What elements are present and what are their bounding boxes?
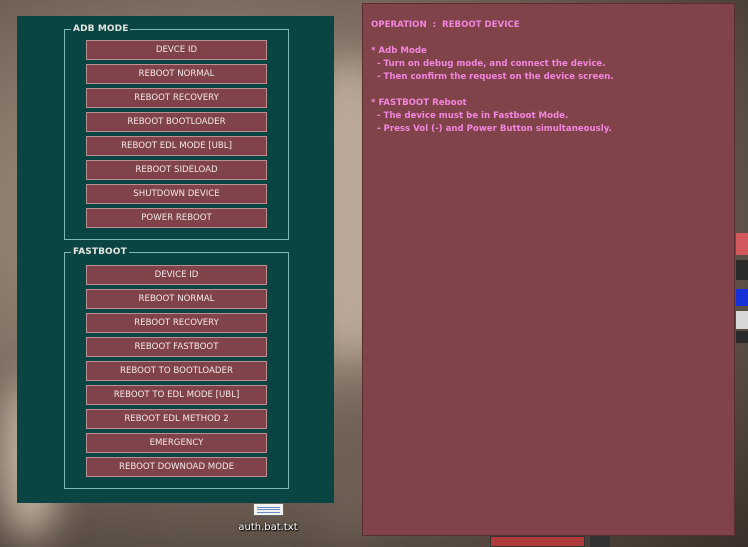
operations-panel: ADB MODE DEVCE ID REBOOT NORMAL REBOOT R… [17, 16, 334, 503]
operation-info-panel: OPERATION : REBOOT DEVICE * Adb Mode - T… [362, 3, 735, 536]
desktop-file-label: auth.bat.txt [238, 522, 298, 533]
background-window-fragment [590, 536, 610, 547]
background-window-fragment [736, 311, 748, 329]
background-window-fragment [736, 331, 748, 343]
info-adb-step-1: - Turn on debug mode, and connect the de… [371, 59, 606, 69]
background-window-fragment [736, 260, 748, 280]
background-window-fragment [736, 289, 748, 306]
fastboot-emergency-button[interactable]: EMERGENCY [86, 433, 267, 453]
fastboot-reboot-recovery-button[interactable]: REBOOT RECOVERY [86, 313, 267, 333]
fastboot-reboot-bootloader-button[interactable]: REBOOT TO BOOTLOADER [86, 361, 267, 381]
fastboot-device-id-button[interactable]: DEVICE ID [86, 265, 267, 285]
fastboot-reboot-fastboot-button[interactable]: REBOOT FASTBOOT [86, 337, 267, 357]
fastboot-reboot-download-button[interactable]: REBOOT DOWNOAD MODE [86, 457, 267, 477]
desktop-file-auth-bat[interactable]: auth.bat.txt [232, 503, 304, 543]
info-fastboot-step-2: - Press Vol (-) and Power Button simulta… [371, 124, 612, 134]
fastboot-reboot-edl-method2-button[interactable]: REBOOT EDL METHOD 2 [86, 409, 267, 429]
fastboot-reboot-edl-button[interactable]: REBOOT TO EDL MODE [UBL] [86, 385, 267, 405]
adb-shutdown-button[interactable]: SHUTDOWN DEVICE [86, 184, 267, 204]
adb-power-reboot-button[interactable]: POWER REBOOT [86, 208, 267, 228]
info-adb-step-2: - Then confirm the request on the device… [371, 72, 614, 82]
adb-reboot-normal-button[interactable]: REBOOT NORMAL [86, 64, 267, 84]
info-operation-title: OPERATION : REBOOT DEVICE [371, 20, 520, 30]
fastboot-reboot-normal-button[interactable]: REBOOT NORMAL [86, 289, 267, 309]
fastboot-group-title: FASTBOOT [73, 247, 127, 257]
adb-mode-group-title: ADB MODE [73, 24, 129, 34]
background-window-fragment [490, 536, 585, 547]
background-window-fragment [736, 233, 748, 255]
info-fastboot-heading: * FASTBOOT Reboot [371, 98, 467, 108]
adb-reboot-edl-button[interactable]: REBOOT EDL MODE [UBL] [86, 136, 267, 156]
adb-reboot-sideload-button[interactable]: REBOOT SIDELOAD [86, 160, 267, 180]
info-adb-heading: * Adb Mode [371, 46, 427, 56]
text-file-icon [252, 503, 284, 516]
info-fastboot-step-1: - The device must be in Fastboot Mode. [371, 111, 569, 121]
adb-reboot-recovery-button[interactable]: REBOOT RECOVERY [86, 88, 267, 108]
adb-reboot-bootloader-button[interactable]: REBOOT BOOTLOADER [86, 112, 267, 132]
adb-device-id-button[interactable]: DEVCE ID [86, 40, 267, 60]
